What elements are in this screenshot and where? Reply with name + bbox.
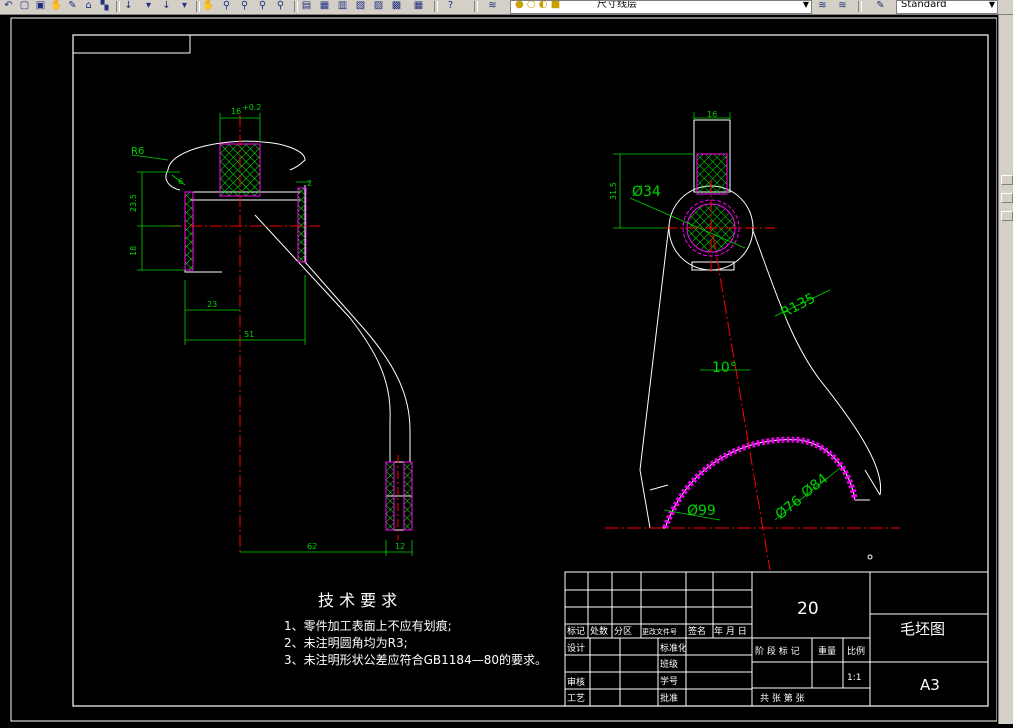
sheet-outer-border bbox=[10, 17, 998, 722]
tb-scale-value: 1:1 bbox=[847, 673, 861, 683]
dim-23: 23 bbox=[207, 300, 217, 309]
drawing-svg: R6 16 +0.2 6 2 23.5 18 23 51 62 12 16 31… bbox=[10, 17, 998, 722]
tb-rev-zone: 分区 bbox=[614, 626, 632, 637]
chevron-down-icon[interactable]: ▾ bbox=[178, 0, 191, 12]
tb-right-class: 班级 bbox=[660, 658, 678, 670]
zoom-prev-icon[interactable]: ⚲ bbox=[256, 0, 269, 12]
chevron-down-icon: ▼ bbox=[802, 0, 809, 9]
tech-title: 技 术 要 求 bbox=[318, 591, 397, 610]
dim-angle10: 10° bbox=[712, 360, 737, 376]
tb-right-id: 学号 bbox=[660, 675, 678, 687]
quickcalc-icon[interactable]: ▩ bbox=[390, 0, 403, 12]
undo-icon[interactable]: ↶ bbox=[2, 0, 15, 12]
sheet-inner-border bbox=[72, 34, 989, 707]
tech-item-1: 1、零件加工表面上不应有划痕; bbox=[284, 618, 452, 633]
dim-phi84: Ø84 bbox=[799, 471, 832, 501]
chevron-down-icon[interactable]: ▾ bbox=[142, 0, 155, 12]
tb-paper-size: A3 bbox=[920, 676, 940, 694]
tb-role-design: 设计 bbox=[567, 642, 585, 654]
calculator-icon[interactable]: ▦ bbox=[412, 0, 425, 12]
dim-16-right: 16 bbox=[707, 110, 717, 119]
pan-icon[interactable]: ✋ bbox=[50, 0, 63, 12]
tb-weight: 重量 bbox=[818, 645, 836, 657]
tech-item-2: 2、未注明圆角均为R3; bbox=[284, 635, 408, 650]
brush-icon[interactable]: ⌂ bbox=[82, 0, 95, 12]
zoom-window-icon[interactable]: ⚲ bbox=[238, 0, 251, 12]
dim-12: 12 bbox=[395, 542, 405, 551]
tb-right-approve: 批准 bbox=[660, 692, 678, 704]
pan-realtime-icon[interactable]: ✋ bbox=[202, 0, 215, 12]
dim-6: 6 bbox=[178, 177, 183, 186]
layer-prev-icon[interactable]: ≋ bbox=[836, 0, 849, 12]
help-icon[interactable]: ? bbox=[444, 0, 457, 12]
dim-r135: R135 bbox=[778, 290, 818, 321]
tb-sheets: 共 张 第 张 bbox=[760, 692, 805, 704]
new-icon[interactable]: ▢ bbox=[18, 0, 31, 12]
style-dropdown[interactable]: Standard ▼ bbox=[896, 0, 998, 14]
zoom-realtime-icon[interactable]: ⚲ bbox=[220, 0, 233, 12]
tb-part-number: 20 bbox=[797, 599, 819, 619]
redo-icon[interactable]: ↓ bbox=[160, 0, 173, 12]
centerline-inclined bbox=[712, 234, 771, 571]
right-view bbox=[639, 119, 882, 560]
tb-role-process: 工艺 bbox=[567, 693, 585, 704]
arrow-down-icon[interactable]: ↓ bbox=[122, 0, 135, 12]
tb-stage-mark: 阶 段 标 记 bbox=[755, 645, 800, 657]
dim-51: 51 bbox=[244, 330, 254, 339]
tb-rev-date: 年 月 日 bbox=[714, 625, 747, 637]
hatch-left-wall bbox=[184, 191, 194, 271]
tb-rev-count: 处数 bbox=[590, 625, 608, 637]
dim-16: 16 bbox=[231, 107, 241, 116]
left-dimensions bbox=[131, 113, 413, 556]
dim-r6: R6 bbox=[131, 146, 144, 157]
hatch-end-left bbox=[385, 461, 395, 531]
dim-phi76: Ø76 bbox=[773, 493, 806, 523]
tb-role-review: 审核 bbox=[567, 676, 585, 688]
dim-phi34: Ø34 bbox=[632, 184, 661, 200]
layer-dropdown[interactable]: ● ○ ◐ ■ 尺寸线层 ▼ bbox=[510, 0, 812, 14]
hatch-hub-top bbox=[696, 153, 728, 195]
dim-2: 2 bbox=[307, 179, 312, 188]
vertical-scrollbar[interactable] bbox=[998, 15, 1013, 724]
properties-icon[interactable]: ▤ bbox=[300, 0, 313, 12]
dim-16-tol: +0.2 bbox=[242, 103, 261, 112]
tool-palette-icon[interactable]: ▥ bbox=[336, 0, 349, 12]
drawing-code-box bbox=[72, 34, 191, 54]
sheet-set-icon[interactable]: ▧ bbox=[354, 0, 367, 12]
zoom-extent-icon[interactable]: ⚲ bbox=[274, 0, 287, 12]
scroll-tick bbox=[1001, 175, 1013, 185]
style-name: Standard bbox=[901, 0, 947, 10]
chevron-down-icon: ▼ bbox=[988, 0, 995, 9]
tb-rev-sign: 签名 bbox=[688, 625, 706, 637]
tb-scale-label: 比例 bbox=[847, 645, 865, 657]
dim-31-5: 31.5 bbox=[609, 182, 618, 200]
hatch-right-wall bbox=[297, 187, 307, 263]
hatch-end-right bbox=[403, 461, 413, 531]
dim-18: 18 bbox=[129, 246, 138, 256]
markup-icon[interactable]: ▨ bbox=[372, 0, 385, 12]
text-style-icon[interactable]: ✎ bbox=[874, 0, 887, 12]
tb-drawing-name: 毛坯图 bbox=[900, 620, 945, 638]
layer-state-icon[interactable]: ≋ bbox=[816, 0, 829, 12]
dim-62: 62 bbox=[307, 542, 317, 551]
dim-23-5: 23.5 bbox=[129, 194, 138, 212]
left-view bbox=[165, 140, 413, 531]
scroll-tick bbox=[1001, 211, 1013, 221]
tb-rev-mark: 标记 bbox=[567, 625, 585, 637]
toolbar: ↶ ▢ ▣ ✋ ✎ ⌂ ▚ ↓ ▾ ↓ ▾ ✋ ⚲ ⚲ ⚲ ⚲ ▤ ▦ ▥ ▧ … bbox=[0, 0, 1013, 15]
paint-icon[interactable]: ▚ bbox=[98, 0, 111, 12]
bulb-icon: ● ○ ◐ ■ bbox=[515, 0, 561, 10]
tb-right-std: 标准化 bbox=[660, 642, 687, 654]
dim-phi99: Ø99 bbox=[687, 503, 716, 519]
layer-manager-icon[interactable]: ≋ bbox=[486, 0, 499, 12]
tech-item-3: 3、未注明形状公差应符合GB1184—80的要求。 bbox=[284, 652, 547, 667]
scroll-tick bbox=[1001, 193, 1013, 203]
tb-rev-doc: 更改文件号 bbox=[642, 627, 677, 636]
open-icon[interactable]: ▣ bbox=[34, 0, 47, 12]
design-center-icon[interactable]: ▦ bbox=[318, 0, 331, 12]
matchprop-icon[interactable]: ✎ bbox=[66, 0, 79, 12]
drawing-canvas[interactable]: R6 16 +0.2 6 2 23.5 18 23 51 62 12 16 31… bbox=[0, 15, 998, 724]
layer-name: 尺寸线层 bbox=[597, 0, 637, 10]
